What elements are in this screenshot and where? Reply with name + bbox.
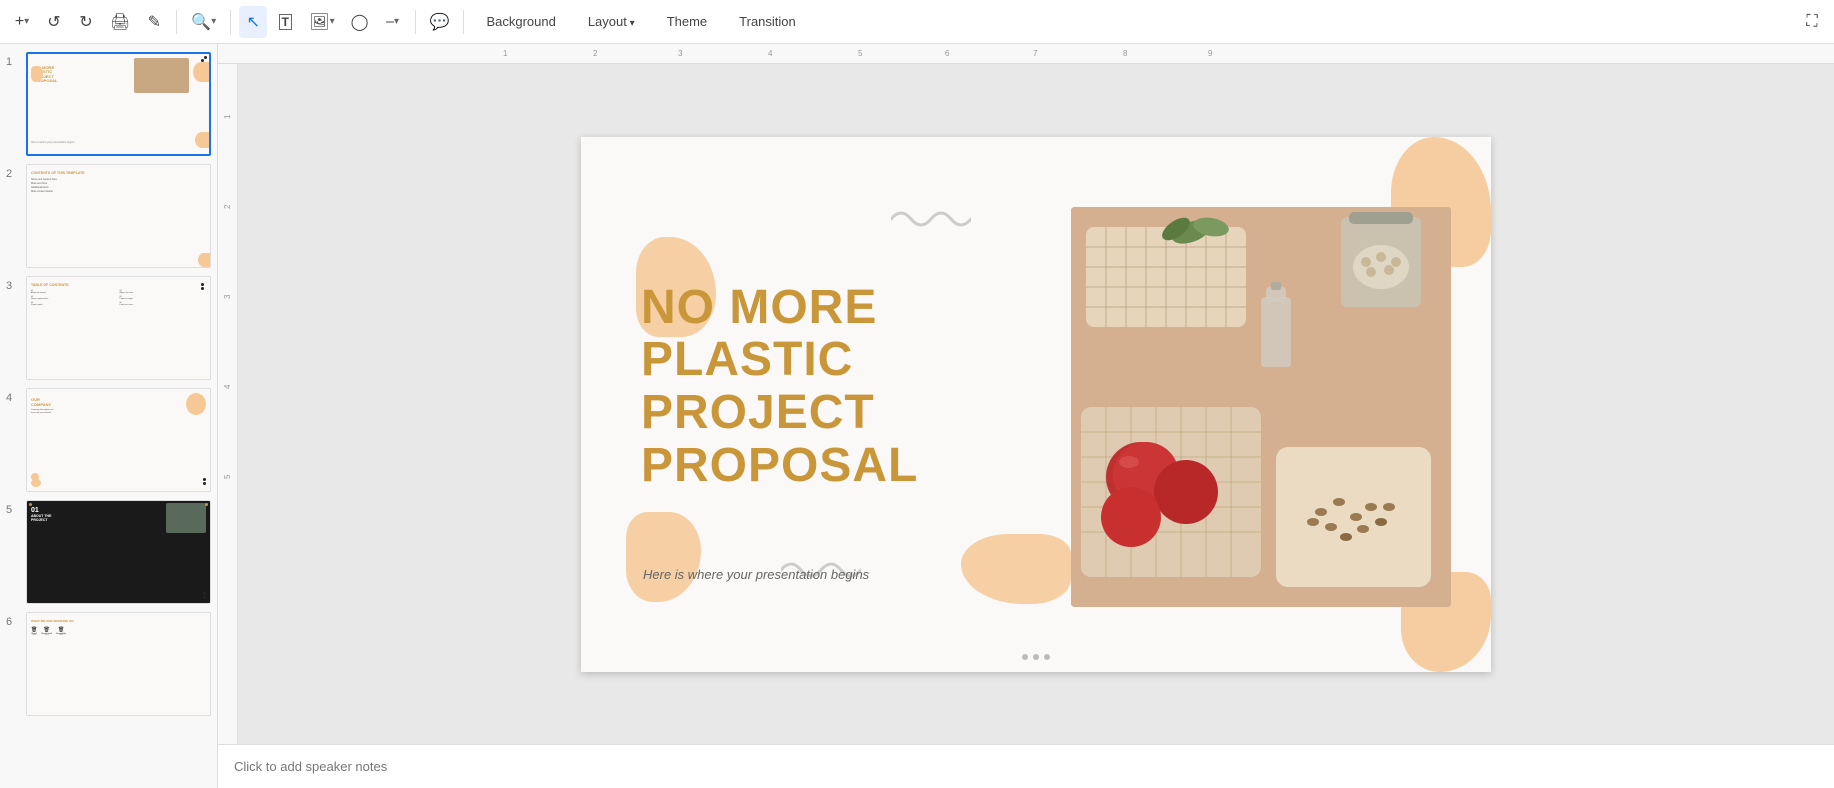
slide-item-3[interactable]: 3 TABLE OF CONTENTS 01About the project … bbox=[6, 276, 211, 380]
peach-blob-bottom-left bbox=[626, 512, 701, 602]
slide-thumb-2[interactable]: CONTENTS OF THIS TEMPLATE Some text cont… bbox=[26, 164, 211, 268]
layout-button[interactable]: Layout bbox=[574, 8, 649, 35]
image-icon: 🖼 bbox=[309, 12, 329, 32]
slide-number-1: 1 bbox=[6, 52, 20, 68]
separator-3 bbox=[415, 10, 416, 34]
separator-2 bbox=[230, 10, 231, 34]
cursor-button[interactable]: ↖ bbox=[239, 6, 267, 38]
svg-text:2: 2 bbox=[593, 49, 598, 58]
slide-thumb-1[interactable]: NO MOREPLASTICPROJECTPROPOSAL Here is wh… bbox=[26, 52, 211, 156]
redo-button[interactable]: ↻ bbox=[72, 6, 100, 38]
slide-number-6: 6 bbox=[6, 612, 20, 628]
cursor-icon: ↖ bbox=[247, 12, 260, 32]
ruler-horizontal: 1 2 3 4 5 6 7 8 9 bbox=[218, 44, 1834, 64]
svg-text:3: 3 bbox=[223, 294, 232, 299]
add-arrow: ▾ bbox=[24, 16, 29, 27]
add-button[interactable]: + ▾ bbox=[8, 6, 36, 38]
slide-number-2: 2 bbox=[6, 164, 20, 180]
slide-item-2[interactable]: 2 CONTENTS OF THIS TEMPLATE Some text co… bbox=[6, 164, 211, 268]
svg-text:5: 5 bbox=[223, 474, 232, 479]
shape-button[interactable]: ◯ bbox=[345, 6, 375, 38]
line-button[interactable]: ⎯ ▾ bbox=[379, 6, 407, 38]
comment-button[interactable]: 💬 bbox=[424, 6, 456, 38]
svg-text:7: 7 bbox=[1033, 49, 1038, 58]
line-arrow: ▾ bbox=[394, 16, 399, 27]
slide-item-5[interactable]: 5 01 ABOUT THEPROJECT bbox=[6, 500, 211, 604]
slide-item-6[interactable]: 6 WHAT WE ARE WORKING ON 🗑 Retail Some 🗑… bbox=[6, 612, 211, 716]
svg-text:2: 2 bbox=[223, 204, 232, 209]
maximize-icon: ⛶ bbox=[1806, 13, 1817, 31]
slide-panel: 1 NO MOREPLASTICPROJECTPROPOSAL Here is … bbox=[0, 44, 218, 788]
slide-number-4: 4 bbox=[6, 388, 20, 404]
undo-icon: ↺ bbox=[47, 12, 60, 32]
text-box-icon: T bbox=[279, 14, 292, 30]
theme-button[interactable]: Theme bbox=[653, 8, 721, 35]
svg-text:6: 6 bbox=[945, 49, 950, 58]
editor-area: 1 2 3 4 5 bbox=[218, 64, 1834, 744]
slide-thumb-3[interactable]: TABLE OF CONTENTS 01About the project 04… bbox=[26, 276, 211, 380]
text-box-button[interactable]: T bbox=[271, 6, 299, 38]
print-button[interactable]: 🖨 bbox=[104, 6, 136, 38]
main-area: 1 NO MOREPLASTICPROJECTPROPOSAL Here is … bbox=[0, 44, 1834, 788]
dot-1 bbox=[1022, 654, 1028, 660]
zoom-button[interactable]: 🔍 ▾ bbox=[185, 6, 222, 38]
slide-photo[interactable] bbox=[1071, 207, 1451, 607]
separator-1 bbox=[176, 10, 177, 34]
canvas-wrapper[interactable]: NO MORE PLASTIC PROJECT PROPOSAL Here is… bbox=[238, 64, 1834, 744]
svg-text:1: 1 bbox=[503, 49, 508, 58]
toolbar: + ▾ ↺ ↻ 🖨 ✎ 🔍 ▾ ↖ T 🖼 ▾ ◯ ⎯ ▾ 💬 Backgrou… bbox=[0, 0, 1834, 44]
peach-blob-bottom-center bbox=[961, 534, 1071, 604]
svg-text:5: 5 bbox=[858, 49, 863, 58]
svg-text:9: 9 bbox=[1208, 49, 1213, 58]
svg-text:4: 4 bbox=[223, 384, 232, 389]
undo-button[interactable]: ↺ bbox=[40, 6, 68, 38]
slide-number-5: 5 bbox=[6, 500, 20, 516]
separator-4 bbox=[463, 10, 464, 34]
slide-title: NO MORE PLASTIC PROJECT PROPOSAL bbox=[641, 282, 918, 493]
slide-number-3: 3 bbox=[6, 276, 20, 292]
toolbar-right: ⛶ bbox=[1798, 6, 1826, 38]
svg-text:1: 1 bbox=[223, 114, 232, 119]
dots-indicator bbox=[1022, 654, 1050, 660]
paint-format-button[interactable]: ✎ bbox=[140, 6, 168, 38]
image-arrow: ▾ bbox=[330, 16, 335, 27]
slide-photo-inner bbox=[1071, 207, 1451, 607]
slide-thumb-6[interactable]: WHAT WE ARE WORKING ON 🗑 Retail Some 🗑 R… bbox=[26, 612, 211, 716]
line-icon: ⎯ bbox=[386, 13, 394, 31]
comment-icon: 💬 bbox=[430, 12, 450, 32]
slide-item-4[interactable]: 4 OURCOMPANY Company description texther… bbox=[6, 388, 211, 492]
notes-bar[interactable]: Click to add speaker notes bbox=[218, 744, 1834, 788]
wavy-top-center bbox=[891, 207, 971, 231]
notes-placeholder: Click to add speaker notes bbox=[234, 759, 387, 774]
zoom-icon: 🔍 bbox=[191, 12, 211, 32]
svg-text:3: 3 bbox=[678, 49, 683, 58]
slide-thumb-5[interactable]: 01 ABOUT THEPROJECT bbox=[26, 500, 211, 604]
svg-text:4: 4 bbox=[768, 49, 773, 58]
redo-icon: ↻ bbox=[79, 12, 92, 32]
content-area: 1 2 3 4 5 6 7 8 9 1 2 3 4 5 bbox=[218, 44, 1834, 788]
slide-canvas[interactable]: NO MORE PLASTIC PROJECT PROPOSAL Here is… bbox=[581, 137, 1491, 672]
maximize-button[interactable]: ⛶ bbox=[1798, 6, 1826, 38]
svg-text:8: 8 bbox=[1123, 49, 1128, 58]
shape-icon: ◯ bbox=[351, 12, 369, 32]
add-icon: + bbox=[15, 13, 24, 31]
background-button[interactable]: Background bbox=[472, 8, 569, 35]
paint-format-icon: ✎ bbox=[148, 12, 161, 32]
slide-subtitle: Here is where your presentation begins bbox=[643, 567, 869, 582]
slide-item-1[interactable]: 1 NO MOREPLASTICPROJECTPROPOSAL Here is … bbox=[6, 52, 211, 156]
print-icon: 🖨 bbox=[110, 12, 130, 32]
transition-button[interactable]: Transition bbox=[725, 8, 810, 35]
slide-thumb-4[interactable]: OURCOMPANY Company description texthere … bbox=[26, 388, 211, 492]
dot-2 bbox=[1033, 654, 1039, 660]
ruler-vertical: 1 2 3 4 5 bbox=[218, 64, 238, 744]
image-button[interactable]: 🖼 ▾ bbox=[303, 6, 340, 38]
zoom-arrow: ▾ bbox=[211, 16, 216, 27]
dot-3 bbox=[1044, 654, 1050, 660]
